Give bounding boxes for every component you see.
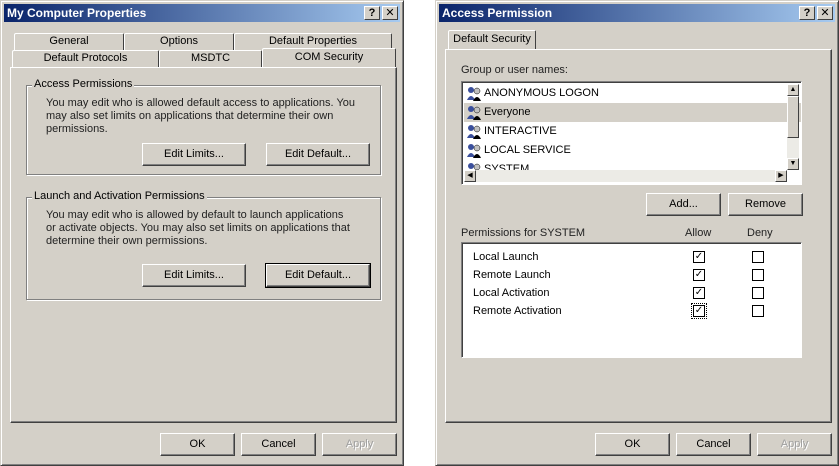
launch-edit-limits-button[interactable]: Edit Limits... <box>142 264 246 287</box>
close-button[interactable]: ✕ <box>382 6 398 20</box>
cancel-button[interactable]: Cancel <box>241 433 316 456</box>
scroll-left-icon[interactable]: ◀ <box>464 170 476 182</box>
deny-checkbox[interactable] <box>752 251 764 263</box>
permission-name: Remote Launch <box>473 269 551 281</box>
tab-msdtc[interactable]: MSDTC <box>159 50 262 67</box>
allow-checkbox[interactable]: ✓ <box>693 251 705 263</box>
cancel-button[interactable]: Cancel <box>676 433 751 456</box>
access-permission-dialog: Access Permission ? ✕ Default Security G… <box>435 0 839 466</box>
launch-permissions-text: You may edit who is allowed by default t… <box>46 209 350 247</box>
user-name: ANONYMOUS LOGON <box>484 87 599 99</box>
list-item[interactable]: ANONYMOUS LOGON <box>464 84 801 103</box>
title-bar[interactable]: My Computer Properties ? ✕ <box>4 4 400 22</box>
permission-name: Local Activation <box>473 287 550 299</box>
permission-name: Remote Activation <box>473 305 562 317</box>
add-button[interactable]: Add... <box>646 193 721 216</box>
scroll-right-icon[interactable]: ▶ <box>775 170 787 182</box>
apply-button[interactable]: Apply <box>322 433 397 456</box>
user-group-icon <box>467 87 481 101</box>
allow-checkbox[interactable]: ✓ <box>693 269 705 281</box>
user-group-icon <box>467 125 481 139</box>
close-button[interactable]: ✕ <box>817 6 833 20</box>
deny-checkbox[interactable] <box>752 305 764 317</box>
group-or-user-names-label: Group or user names: <box>461 64 568 76</box>
dialog-title: Access Permission <box>442 6 553 20</box>
tab-general[interactable]: General <box>14 33 124 50</box>
my-computer-properties-dialog: My Computer Properties ? ✕ General Optio… <box>0 0 404 466</box>
user-group-icon <box>467 144 481 158</box>
list-item[interactable]: Everyone <box>464 103 801 122</box>
apply-button[interactable]: Apply <box>757 433 832 456</box>
ok-button[interactable]: OK <box>595 433 670 456</box>
user-list[interactable]: ANONYMOUS LOGON Everyone INTERACTIVE LOC… <box>461 81 802 185</box>
permissions-label: Permissions for SYSTEM <box>461 227 586 239</box>
vertical-scrollbar[interactable]: ▲ ▼ <box>787 84 799 170</box>
access-edit-default-button[interactable]: Edit Default... <box>266 143 370 166</box>
allow-checkbox[interactable]: ✓ <box>691 303 707 319</box>
remove-button[interactable]: Remove <box>728 193 803 216</box>
horizontal-scrollbar[interactable]: ◀ ▶ <box>464 170 787 182</box>
list-item[interactable]: LOCAL SERVICE <box>464 141 801 160</box>
deny-checkbox[interactable] <box>752 287 764 299</box>
user-name: Everyone <box>484 106 531 118</box>
user-name: LOCAL SERVICE <box>484 144 571 156</box>
deny-header: Deny <box>747 227 773 239</box>
user-group-icon <box>467 106 481 120</box>
scroll-thumb[interactable] <box>787 96 799 138</box>
deny-checkbox[interactable] <box>752 269 764 281</box>
tab-default-protocols[interactable]: Default Protocols <box>12 50 159 67</box>
allow-header: Allow <box>685 227 712 239</box>
permissions-list: Local Launch ✓ Remote Launch ✓ Local Act… <box>461 242 802 358</box>
ok-button[interactable]: OK <box>160 433 235 456</box>
access-edit-limits-button[interactable]: Edit Limits... <box>142 143 246 166</box>
help-button[interactable]: ? <box>364 6 380 20</box>
tab-com-security[interactable]: COM Security <box>262 48 396 67</box>
title-bar[interactable]: Access Permission ? ✕ <box>439 4 835 22</box>
allow-checkbox[interactable]: ✓ <box>693 287 705 299</box>
list-item[interactable]: INTERACTIVE <box>464 122 801 141</box>
launch-edit-default-button[interactable]: Edit Default... <box>265 263 371 288</box>
access-permissions-text: You may edit who is allowed default acce… <box>46 97 356 135</box>
scroll-up-icon[interactable]: ▲ <box>787 84 799 96</box>
help-button[interactable]: ? <box>799 6 815 20</box>
user-name: INTERACTIVE <box>484 125 557 137</box>
dialog-title: My Computer Properties <box>7 6 147 20</box>
access-permissions-label: Access Permissions <box>32 78 135 91</box>
permission-name: Local Launch <box>473 251 539 263</box>
scroll-down-icon[interactable]: ▼ <box>787 158 799 170</box>
tab-options[interactable]: Options <box>124 33 234 50</box>
launch-permissions-label: Launch and Activation Permissions <box>32 190 207 203</box>
tab-default-security[interactable]: Default Security <box>448 30 536 49</box>
